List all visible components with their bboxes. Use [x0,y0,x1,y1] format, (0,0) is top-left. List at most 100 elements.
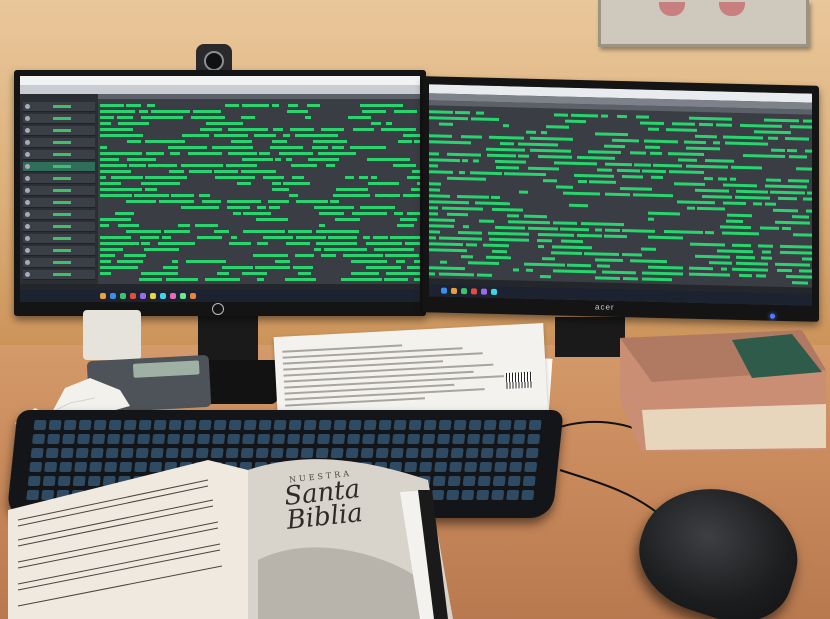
daw-clip [242,272,267,275]
keyboard-key [153,420,167,430]
daw-clip [429,266,465,271]
daw-clip [272,104,279,107]
daw-clip [796,167,812,171]
daw-clip [305,116,311,119]
daw-clip [350,146,386,149]
daw-clip [429,164,438,168]
keyboard-key [492,476,506,486]
daw-clip [429,206,438,210]
daw-clip [526,268,533,272]
daw-clip [394,110,417,113]
daw-clip [336,188,368,191]
daw-clip [222,266,253,269]
daw-clip [762,250,771,254]
daw-clip [775,220,810,225]
daw-clip [181,206,219,209]
daw-clip [229,242,251,245]
daw-clip [178,224,190,227]
daw-clip [439,272,474,277]
daw-clip [492,207,523,212]
daw-clip [140,236,159,239]
daw-clip [381,128,416,131]
daw-clip [735,195,770,200]
daw-clip [553,269,596,274]
daw-clip [486,255,511,260]
daw-clip [461,255,473,259]
daw-clip [513,268,519,272]
daw-clip [782,226,791,231]
daw-clip [291,164,317,167]
daw-clip [650,151,662,156]
daw-clip [226,164,257,167]
daw-clip [617,168,640,173]
keyboard-key [423,420,437,430]
daw-clip [100,188,142,191]
daw-clip [429,182,441,186]
keyboard-key [408,420,422,430]
daw-clip [368,182,399,185]
daw-clip [147,104,155,107]
daw-clip [563,191,600,196]
daw-clip [100,122,111,125]
daw-clip [666,128,697,132]
keyboard-key [77,434,91,444]
keyboard-key [152,434,166,444]
daw-clip [200,128,222,131]
daw-clip [100,218,131,221]
daw-clip [253,254,288,257]
daw-clip [228,128,268,131]
daw-clip [788,179,809,183]
daw-clip [227,200,261,203]
daw-clip [169,170,184,173]
daw-clip [308,158,339,161]
daw-clip [373,236,388,239]
daw-clip [633,193,673,198]
daw-clip [457,194,489,199]
daw-clip [705,159,734,163]
daw-clip [686,146,720,151]
daw-clip [589,180,616,184]
daw-clip [622,175,643,179]
daw-clip [335,218,360,221]
daw-clip [470,171,502,176]
daw-clip [739,273,752,278]
daw-clip [390,236,420,239]
keyboard-key [528,420,542,430]
daw-clip [146,152,164,155]
daw-clip [429,134,452,138]
keyboard-key [524,462,538,472]
keyboard-key [497,434,511,444]
daw-clip [345,176,354,179]
daw-clip [375,194,400,197]
daw-clip [799,269,812,274]
daw-clip [214,170,238,173]
daw-clip [141,182,180,185]
daw-clip [439,122,453,126]
keyboard-key [302,434,316,444]
daw-clip [519,190,528,194]
daw-clip [789,155,807,159]
daw-clip [363,236,370,239]
daw-clip [792,281,808,285]
keyboard-key [33,420,47,430]
daw-clip [678,158,697,162]
daw-clip [630,259,667,264]
daw-clip [644,139,678,144]
keyboard-key [318,420,332,430]
daw-clip [396,260,405,263]
power-led-icon [770,313,775,319]
keyboard-key [167,434,181,444]
daw-clip [492,249,507,254]
daw-clip [429,212,438,216]
daw-clip [780,244,812,249]
daw-clip [159,200,194,203]
daw-clip [275,260,290,263]
keyboard-key [498,420,512,430]
daw-clip [412,170,420,173]
daw-clip [475,201,510,206]
keyboard-key [317,434,331,444]
daw-clip [257,242,268,245]
keyboard-key [495,448,509,458]
keyboard-key [183,420,197,430]
daw-titlebar [20,76,420,85]
